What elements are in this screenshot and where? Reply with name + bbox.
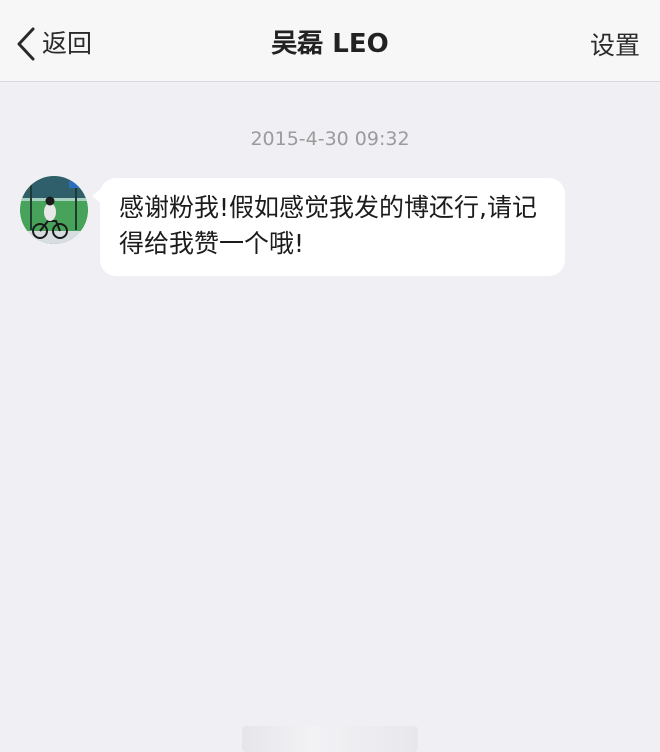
avatar-image [20,176,88,244]
message-bubble[interactable]: 感谢粉我!假如感觉我发的博还行,请记得给我赞一个哦! [100,178,565,276]
avatar[interactable] [20,176,88,244]
settings-button[interactable]: 设置 [590,24,640,68]
message-row: 感谢粉我!假如感觉我发的博还行,请记得给我赞一个哦! [20,176,580,286]
bottom-input-placeholder [242,726,418,752]
page-title: 吴磊 LEO [271,29,389,59]
navigation-bar: 返回 吴磊 LEO 设置 [0,0,660,82]
message-timestamp: 2015-4-30 09:32 [250,128,410,150]
